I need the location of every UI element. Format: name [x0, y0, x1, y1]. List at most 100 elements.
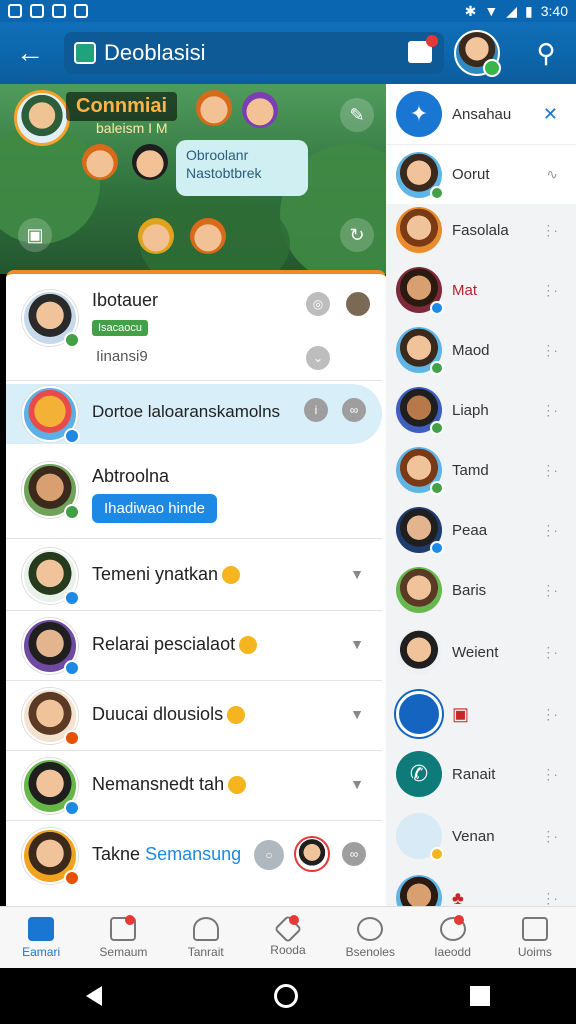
sidebar-item[interactable]: Venan ⋮· [386, 806, 576, 866]
chat-row-selected[interactable]: Dortoe laloaranskamolns i ∞ [6, 384, 382, 444]
nav-label: Eamari [22, 944, 61, 959]
banner-avatar[interactable] [14, 90, 70, 146]
pin-icon[interactable]: ◎ [306, 292, 330, 316]
more-icon[interactable]: ⋮· [541, 282, 558, 299]
sidebar-item[interactable]: Liaph ⋮· [386, 380, 576, 440]
back-icon[interactable] [86, 986, 102, 1006]
sidebar-item-label: Tamd [452, 461, 489, 479]
chat-row[interactable]: Abtroolna Ihadiwao hinde [6, 452, 382, 538]
more-icon[interactable]: ⋮· [541, 462, 558, 479]
sidebar-item-label: Maod [452, 341, 490, 359]
chat-row[interactable]: Takne Semansung ○ ∞ [6, 822, 382, 890]
contact-name: Duucai dlousiols [92, 704, 246, 725]
nav-rooda[interactable]: Rooda [247, 907, 329, 968]
chat-row[interactable]: Relarai pescialaot ▼ [6, 612, 382, 680]
search-icon[interactable]: ⚲ [526, 33, 566, 73]
list-icon [521, 916, 548, 941]
chevron-down-icon[interactable]: ▼ [350, 636, 364, 652]
record-icon[interactable]: ○ [254, 840, 284, 870]
sidebar-item-label: Oorut [452, 166, 490, 183]
contact-avatar [22, 548, 80, 606]
chat-row[interactable]: Nemansnedt tah ▼ [6, 752, 382, 820]
divider [6, 538, 382, 539]
online-badge [64, 332, 80, 348]
sidebar-item[interactable]: Maod ⋮· [386, 320, 576, 380]
more-icon[interactable]: ⋮· [541, 890, 558, 907]
info-icon[interactable]: i [304, 398, 328, 422]
profile-avatar[interactable] [454, 30, 501, 77]
more-icon[interactable]: ⋮· [541, 222, 558, 239]
avatar-mini[interactable] [346, 292, 370, 316]
link-icon[interactable]: ∞ [342, 842, 366, 866]
contact-avatar [396, 387, 444, 435]
emoji-icon [227, 706, 246, 725]
more-icon[interactable]: ⋮· [541, 644, 558, 661]
chevron-down-icon[interactable]: ▼ [350, 706, 364, 722]
sidebar-item[interactable]: ▣ ⋮· [386, 684, 576, 744]
more-icon[interactable]: ⋮· [541, 828, 558, 845]
emoji-icon [222, 566, 241, 585]
more-icon[interactable]: ⋮· [541, 582, 558, 599]
chevron-down-icon[interactable]: ▼ [350, 776, 364, 792]
banner-subtitle: baleism I M [96, 120, 168, 136]
sidebar-item[interactable]: Fasolala ⋮· [386, 200, 576, 260]
sidebar-item-label: Ranait [452, 765, 496, 783]
home-button-icon[interactable] [274, 984, 298, 1008]
nav-label: Tanrait [187, 944, 224, 959]
divider [6, 610, 382, 611]
mini-avatar[interactable] [294, 836, 330, 872]
more-icon[interactable]: ⋮· [541, 342, 558, 359]
sidebar-item[interactable]: Weient ⋮· [386, 622, 576, 682]
nav-bsenoles[interactable]: Bsenoles [329, 907, 411, 968]
nav-home[interactable]: Eamari [0, 907, 82, 968]
more-icon[interactable]: ∿ [546, 166, 558, 183]
app-icon [30, 4, 44, 18]
sidebar-item[interactable]: Oorut ∿ [386, 144, 576, 204]
inbox-icon[interactable] [408, 35, 438, 63]
chat-row[interactable]: Duucai dlousiols ▼ [6, 682, 382, 750]
close-icon[interactable]: ✕ [543, 104, 558, 125]
hero-banner: Connmiai baleism I M Obroolanr Nastobtbr… [0, 84, 386, 274]
sidebar-item[interactable]: Mat ⋮· [386, 260, 576, 320]
emoji-icon [228, 776, 247, 795]
contacts-sidebar: ✦ Ansahau ✕ Oorut ∿ Fasolala ⋮· Mat ⋮· M… [386, 84, 576, 921]
more-icon[interactable]: ⋮· [541, 706, 558, 723]
recents-icon[interactable] [470, 986, 490, 1006]
online-badge [64, 730, 80, 746]
contact-avatar [396, 567, 442, 613]
sidebar-item[interactable]: Baris ⋮· [386, 560, 576, 620]
nav-tanrait[interactable]: Tanrait [165, 907, 247, 968]
sidebar-item[interactable]: ✆ Ranait ⋮· [386, 744, 576, 804]
nav-uoims[interactable]: Uoims [494, 907, 576, 968]
sidebar-item[interactable]: Peaa ⋮· [386, 500, 576, 560]
contact-name: Relarai pescialaot [92, 634, 258, 655]
notification-dot [453, 915, 464, 925]
document-icon[interactable]: ▣ [18, 218, 52, 252]
share-icon[interactable]: ✎ [340, 98, 374, 132]
notification-icons [8, 4, 88, 18]
link-icon[interactable]: ∞ [342, 398, 366, 422]
nav-iaeodd[interactable]: Iaeodd [411, 907, 493, 968]
sidebar-item[interactable]: ✦ Ansahau ✕ [386, 84, 576, 144]
refresh-icon[interactable]: ↻ [340, 218, 374, 252]
more-icon[interactable]: ⋮· [541, 522, 558, 539]
title-field[interactable]: Deoblasisi [64, 32, 444, 74]
contact-avatar [396, 813, 444, 861]
chat-row[interactable]: Temeni ynatkan ▼ [6, 542, 382, 610]
chevron-down-icon[interactable]: ▼ [350, 566, 364, 582]
contact-avatar [396, 151, 444, 200]
character-avatar [132, 144, 168, 180]
nav-label: Bsenoles [345, 944, 395, 959]
nav-semaum[interactable]: Semaum [82, 907, 164, 968]
character-avatar [82, 144, 118, 180]
contact-avatar [396, 507, 444, 555]
contact-name: Dortoe laloaranskamolns [92, 402, 281, 421]
bottom-navigation: Eamari Semaum Tanrait Rooda Bsenoles Iae… [0, 906, 576, 968]
more-icon[interactable]: ⋮· [541, 766, 558, 783]
chevron-down-icon[interactable]: ⌄ [306, 346, 330, 370]
action-button[interactable]: Ihadiwao hinde [92, 494, 217, 523]
chat-row[interactable]: Ibotauer Isacaocu Iinansi9 ◎ ⌄ [6, 280, 382, 380]
more-icon[interactable]: ⋮· [541, 402, 558, 419]
back-arrow-icon[interactable]: ← [10, 33, 50, 73]
sidebar-item[interactable]: Tamd ⋮· [386, 440, 576, 500]
